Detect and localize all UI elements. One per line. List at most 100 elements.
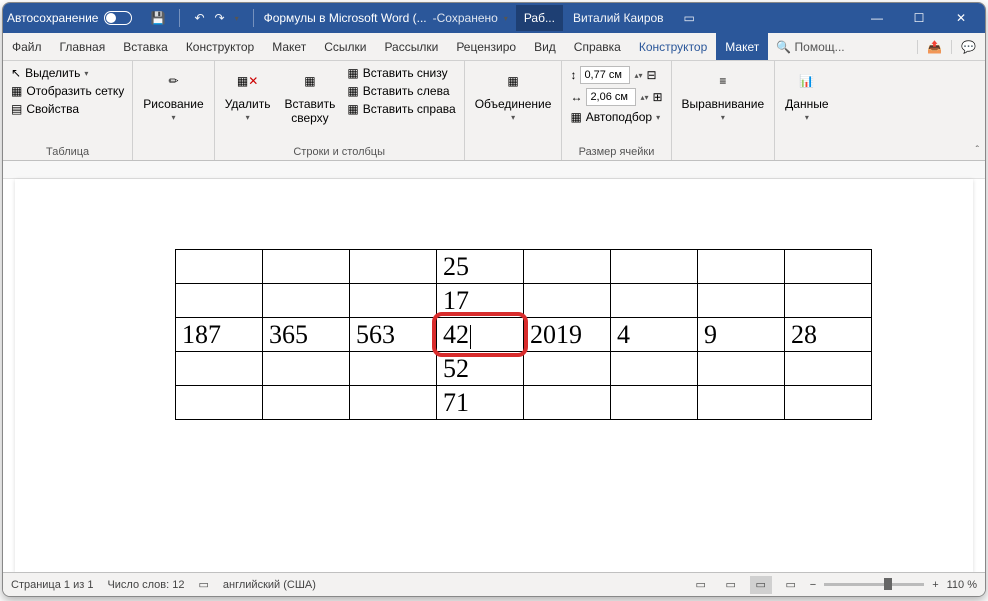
table-cell[interactable]: 4 [611,318,698,352]
data-button[interactable]: 📊Данные▾ [781,65,832,124]
insert-left-button[interactable]: ▦Вставить слева [345,83,457,99]
toggle-switch[interactable] [104,11,132,25]
table-cell[interactable]: 71 [437,386,524,420]
table-cell[interactable] [785,284,872,318]
tab-table-design[interactable]: Конструктор [630,33,716,60]
table-cell[interactable] [350,250,437,284]
undo-icon[interactable]: ↶ [194,11,204,25]
zoom-level[interactable]: 110 % [947,579,977,591]
autofit-button[interactable]: ▦Автоподбор▾ [568,109,664,125]
table-cell[interactable]: 365 [263,318,350,352]
table-cell[interactable]: 17 [437,284,524,318]
language-indicator[interactable]: английский (США) [223,579,316,591]
distribute-cols-icon[interactable]: ⊞ [652,90,662,104]
word-count[interactable]: Число слов: 12 [107,579,184,591]
collapse-ribbon-button[interactable]: ˆ [976,145,979,156]
tab-design[interactable]: Конструктор [177,33,263,60]
redo-icon[interactable]: ↷ [215,11,225,25]
share-button[interactable]: 📤 [917,40,951,54]
table-cell[interactable] [611,250,698,284]
focus-view-icon[interactable]: ▭ [690,576,712,594]
table-cell[interactable] [611,352,698,386]
alignment-button[interactable]: ≡Выравнивание▾ [678,65,769,124]
comments-button[interactable]: 💬 [951,40,985,54]
table-cell[interactable] [263,284,350,318]
table-cell[interactable] [350,284,437,318]
table-cell[interactable] [785,250,872,284]
tab-view[interactable]: Вид [525,33,565,60]
tell-me[interactable]: 🔍 Помощ... [768,40,852,54]
table-cell[interactable] [785,352,872,386]
tab-table-layout[interactable]: Макет [716,33,768,60]
table-cell[interactable]: 28 [785,318,872,352]
row-height-input[interactable]: 0,77 см [580,66,630,84]
table-cell[interactable] [263,386,350,420]
tab-insert[interactable]: Вставка [114,33,177,60]
print-view-icon[interactable]: ▭ [750,576,772,594]
gridlines-button[interactable]: ▦Отобразить сетку [9,83,126,99]
zoom-out-button[interactable]: − [810,579,816,591]
minimize-button[interactable]: — [857,3,897,33]
web-view-icon[interactable]: ▭ [780,576,802,594]
table-cell[interactable] [176,386,263,420]
qat-dropdown[interactable]: ▾ [235,14,239,23]
insert-below-button[interactable]: ▦Вставить снизу [345,65,457,81]
table-cell[interactable]: 9 [698,318,785,352]
ribbon-display-icon[interactable]: ▭ [684,11,695,25]
tab-mailings[interactable]: Рассылки [375,33,447,60]
table-cell[interactable] [176,250,263,284]
tab-help[interactable]: Справка [565,33,630,60]
select-button[interactable]: ↖Выделить▾ [9,65,126,81]
user-name[interactable]: Виталий Каиров [573,11,664,25]
table-cell[interactable]: 52 [437,352,524,386]
save-icon[interactable]: 💾 [150,11,165,25]
insert-above-button[interactable]: ▦Вставить сверху [281,65,340,127]
page-indicator[interactable]: Страница 1 из 1 [11,579,93,591]
table-cell[interactable]: 2019 [524,318,611,352]
read-view-icon[interactable]: ▭ [720,576,742,594]
col-width-input[interactable]: 2,06 см [586,88,636,106]
close-button[interactable]: ✕ [941,3,981,33]
table-cell[interactable] [524,386,611,420]
table-cell[interactable] [350,386,437,420]
tab-home[interactable]: Главная [51,33,115,60]
merge-button[interactable]: ▦Объединение▾ [471,65,556,124]
tab-review[interactable]: Рецензиро [447,33,525,60]
table-cell[interactable]: 187 [176,318,263,352]
table-cell[interactable] [524,284,611,318]
table-cell[interactable] [350,352,437,386]
table-cell[interactable]: 563 [350,318,437,352]
tab-references[interactable]: Ссылки [315,33,375,60]
maximize-button[interactable]: ☐ [899,3,939,33]
zoom-in-button[interactable]: + [932,579,938,591]
table-cell[interactable] [176,352,263,386]
table-cell[interactable] [698,352,785,386]
table-cell[interactable] [524,250,611,284]
word-table[interactable]: 2517 1873655634220194928 5271 [175,249,872,420]
table-cell[interactable] [263,250,350,284]
insert-right-button[interactable]: ▦Вставить справа [345,101,457,117]
table-cell[interactable]: 42 [437,318,524,352]
table-cell[interactable] [611,386,698,420]
table-cell[interactable] [698,386,785,420]
table-cell[interactable] [263,352,350,386]
table-cell[interactable] [698,250,785,284]
table-cell[interactable] [698,284,785,318]
properties-button[interactable]: ▤Свойства [9,101,126,117]
tab-layout[interactable]: Макет [263,33,315,60]
draw-button[interactable]: ✏ Рисование▾ [139,65,207,124]
zoom-slider[interactable] [824,583,924,586]
table-cell[interactable]: 25 [437,250,524,284]
ruler[interactable] [3,161,985,179]
tab-file[interactable]: Файл [3,33,51,60]
distribute-rows-icon[interactable]: ⊟ [646,68,656,82]
table-cell[interactable] [524,352,611,386]
table-cell[interactable] [785,386,872,420]
autosave-toggle[interactable]: Автосохранение [7,11,132,25]
table-cell[interactable] [176,284,263,318]
table-cell[interactable] [611,284,698,318]
delete-button[interactable]: ▦✕Удалить▾ [221,65,275,127]
workspace-tab[interactable]: Раб... [516,5,563,31]
proofing-icon[interactable]: ▭ [199,578,209,591]
page[interactable]: 2517 1873655634220194928 5271 [15,179,973,572]
